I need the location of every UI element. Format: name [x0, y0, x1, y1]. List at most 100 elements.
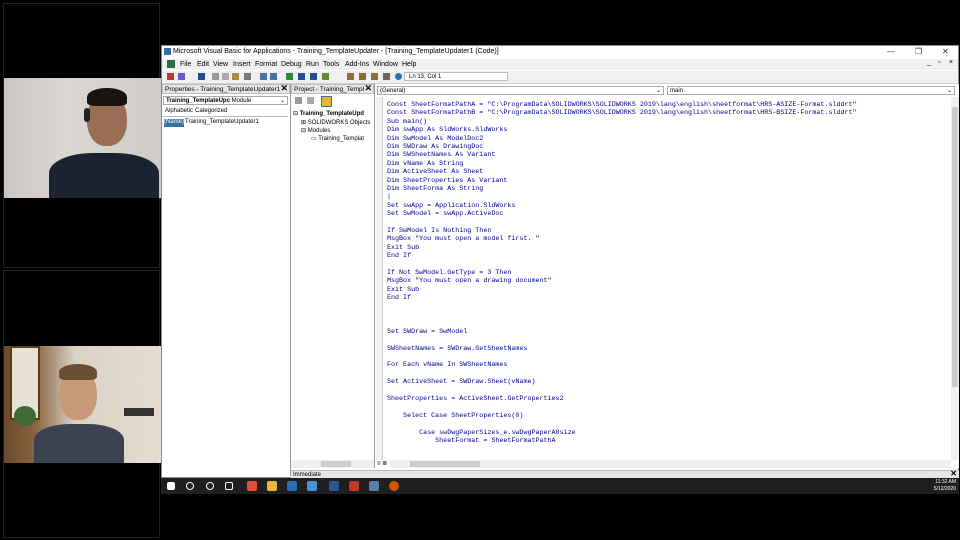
code-line[interactable]: SheetProperties = ActiveSheet.GetPropert… — [387, 395, 564, 403]
code-horizontal-scrollbar[interactable] — [390, 460, 951, 468]
task-view-icon[interactable] — [225, 482, 233, 490]
app-icon-4[interactable] — [307, 481, 317, 491]
menu-view[interactable]: View — [213, 61, 228, 68]
code-line[interactable]: If SwModel Is Nothing Then — [387, 227, 491, 235]
solidworks-icon[interactable] — [349, 481, 359, 491]
code-line[interactable]: Dim SheetForma As String — [387, 185, 483, 193]
code-line[interactable]: MsgBox "You must open a model first. " — [387, 235, 540, 243]
menu-help[interactable]: Help — [402, 61, 416, 68]
object-browser-icon[interactable] — [371, 73, 378, 80]
properties-object-combo[interactable]: Training_TemplateUpc Module ⌄ — [163, 96, 288, 105]
maximize-button[interactable]: ❐ — [915, 47, 922, 56]
properties-window-icon[interactable] — [359, 73, 366, 80]
code-line[interactable]: Dim SwModel As ModelDoc2 — [387, 135, 483, 143]
view-code-icon[interactable] — [295, 97, 302, 104]
tree-item-module[interactable]: ▭ Training_Templat — [311, 135, 364, 142]
code-line[interactable]: Dim SWDraw As DrawingDoc — [387, 143, 483, 151]
code-line[interactable]: Dim swApp As SldWorks.SldWorks — [387, 126, 507, 134]
project-explorer-icon[interactable] — [347, 73, 354, 80]
redo-icon[interactable] — [270, 73, 277, 80]
property-name-value[interactable]: Training_TemplateUpdater1 — [185, 119, 259, 125]
help-icon[interactable] — [395, 73, 402, 80]
immediate-close-icon[interactable]: ✕ — [950, 470, 957, 478]
menu-debug[interactable]: Debug — [281, 61, 302, 68]
code-line[interactable]: Exit Sub — [387, 286, 419, 294]
view-object-icon[interactable] — [307, 97, 314, 104]
project-close-icon[interactable]: ✕ — [364, 84, 372, 93]
code-line[interactable]: SheetFormat = SheetFormatPathA — [387, 437, 555, 445]
tab-categorized[interactable]: Categorized — [195, 108, 227, 114]
tree-item-project[interactable]: ⊟ Training_TemplateUpd — [293, 110, 364, 117]
code-line[interactable]: Exit Sub — [387, 244, 419, 252]
code-line[interactable]: MsgBox "You must open a drawing document… — [387, 277, 552, 285]
paste-icon[interactable] — [232, 73, 239, 80]
code-line[interactable]: Select Case SheetProperties(0) — [387, 412, 523, 420]
margin-indicator-bar[interactable] — [376, 97, 383, 460]
code-line[interactable]: Set swApp = Application.SldWorks — [387, 202, 515, 210]
undo-icon[interactable] — [260, 73, 267, 80]
app-icon-9[interactable] — [389, 481, 399, 491]
menu-edit[interactable]: Edit — [197, 61, 209, 68]
code-line[interactable]: SWSheetNames = SWDraw.GetSheetNames — [387, 345, 527, 353]
cut-icon[interactable] — [212, 73, 219, 80]
app-icon-8[interactable] — [369, 481, 379, 491]
toggle-folders-icon[interactable] — [321, 96, 332, 107]
reset-icon[interactable] — [310, 73, 317, 80]
code-line[interactable]: Dim ActiveSheet As Sheet — [387, 168, 483, 176]
code-vertical-scrollbar[interactable] — [951, 97, 959, 460]
app-icon-1[interactable] — [247, 481, 257, 491]
project-horizontal-scrollbar[interactable] — [291, 460, 374, 468]
code-line[interactable]: Case swDwgPaperSizes_e.swDwgPaperA0size — [387, 429, 576, 437]
code-line[interactable]: Set SWDraw = SwModel — [387, 328, 467, 336]
code-line[interactable]: Dim SWSheetNames As Variant — [387, 151, 495, 159]
menu-file[interactable]: File — [180, 61, 191, 68]
code-line[interactable]: End If — [387, 252, 411, 260]
file-explorer-icon[interactable] — [267, 481, 277, 491]
menu-insert[interactable]: Insert — [233, 61, 251, 68]
minimize-button[interactable]: — — [887, 47, 895, 56]
app-icon-3[interactable] — [287, 481, 297, 491]
menu-addins[interactable]: Add-Ins — [345, 61, 369, 68]
view-excel-icon[interactable] — [167, 73, 174, 80]
word-icon[interactable] — [329, 481, 339, 491]
code-line[interactable]: End If — [387, 294, 411, 302]
insert-module-icon[interactable] — [178, 73, 185, 80]
break-icon[interactable] — [298, 73, 305, 80]
save-icon[interactable] — [198, 73, 205, 80]
code-line[interactable]: Const SheetFormatPathA = "C:\ProgramData… — [387, 101, 857, 109]
properties-close-icon[interactable]: ✕ — [280, 84, 288, 93]
copy-icon[interactable] — [222, 73, 229, 80]
menu-format[interactable]: Format — [255, 61, 277, 68]
search-icon[interactable] — [186, 482, 194, 490]
tree-item-modules[interactable]: ⊟ Modules — [301, 127, 330, 134]
code-line[interactable]: For Each vName In SWSheetNames — [387, 361, 507, 369]
system-clock[interactable]: 11:32 AM 5/12/2020 — [934, 479, 956, 493]
excel-menu-icon[interactable] — [167, 60, 175, 68]
inner-close-button[interactable]: × — [949, 59, 953, 66]
procedure-combo[interactable]: main ⌄ — [667, 86, 955, 95]
run-icon[interactable] — [286, 73, 293, 80]
view-toggle-icons[interactable]: ≡ ≣ — [377, 460, 387, 467]
code-line[interactable]: Set ActiveSheet = SWDraw.Sheet(vName) — [387, 378, 536, 386]
code-line[interactable]: Const SheetFormatPathB = "C:\ProgramData… — [387, 109, 857, 117]
code-line[interactable]: Dim vName As String — [387, 160, 463, 168]
toolbox-icon[interactable] — [383, 73, 390, 80]
code-line[interactable]: If Not SwModel.GetType = 3 Then — [387, 269, 511, 277]
code-line[interactable]: Dim SheetProperties As Variant — [387, 177, 507, 185]
tab-alphabetic[interactable]: Alphabetic — [165, 108, 194, 114]
code-editor[interactable]: Const SheetFormatPathA = "C:\ProgramData… — [383, 97, 949, 460]
close-button[interactable]: ✕ — [942, 47, 949, 56]
code-line[interactable]: | — [387, 193, 391, 201]
code-line[interactable]: Set SwModel = swApp.ActiveDoc — [387, 210, 503, 218]
property-row-name[interactable]: (Name) Training_TemplateUpdater1 — [163, 119, 288, 127]
inner-minimize-button[interactable]: _ — [927, 59, 931, 66]
scroll-thumb[interactable] — [321, 461, 351, 467]
menu-window[interactable]: Window — [373, 61, 398, 68]
menu-tools[interactable]: Tools — [323, 61, 339, 68]
design-mode-icon[interactable] — [322, 73, 329, 80]
scroll-thumb[interactable] — [410, 461, 480, 467]
windows-start-icon[interactable] — [167, 482, 175, 490]
tree-item-solidworks-objects[interactable]: ⊞ SOLIDWORKS Objects — [301, 119, 370, 126]
cortana-icon[interactable] — [206, 482, 214, 490]
scroll-thumb[interactable] — [952, 107, 958, 387]
